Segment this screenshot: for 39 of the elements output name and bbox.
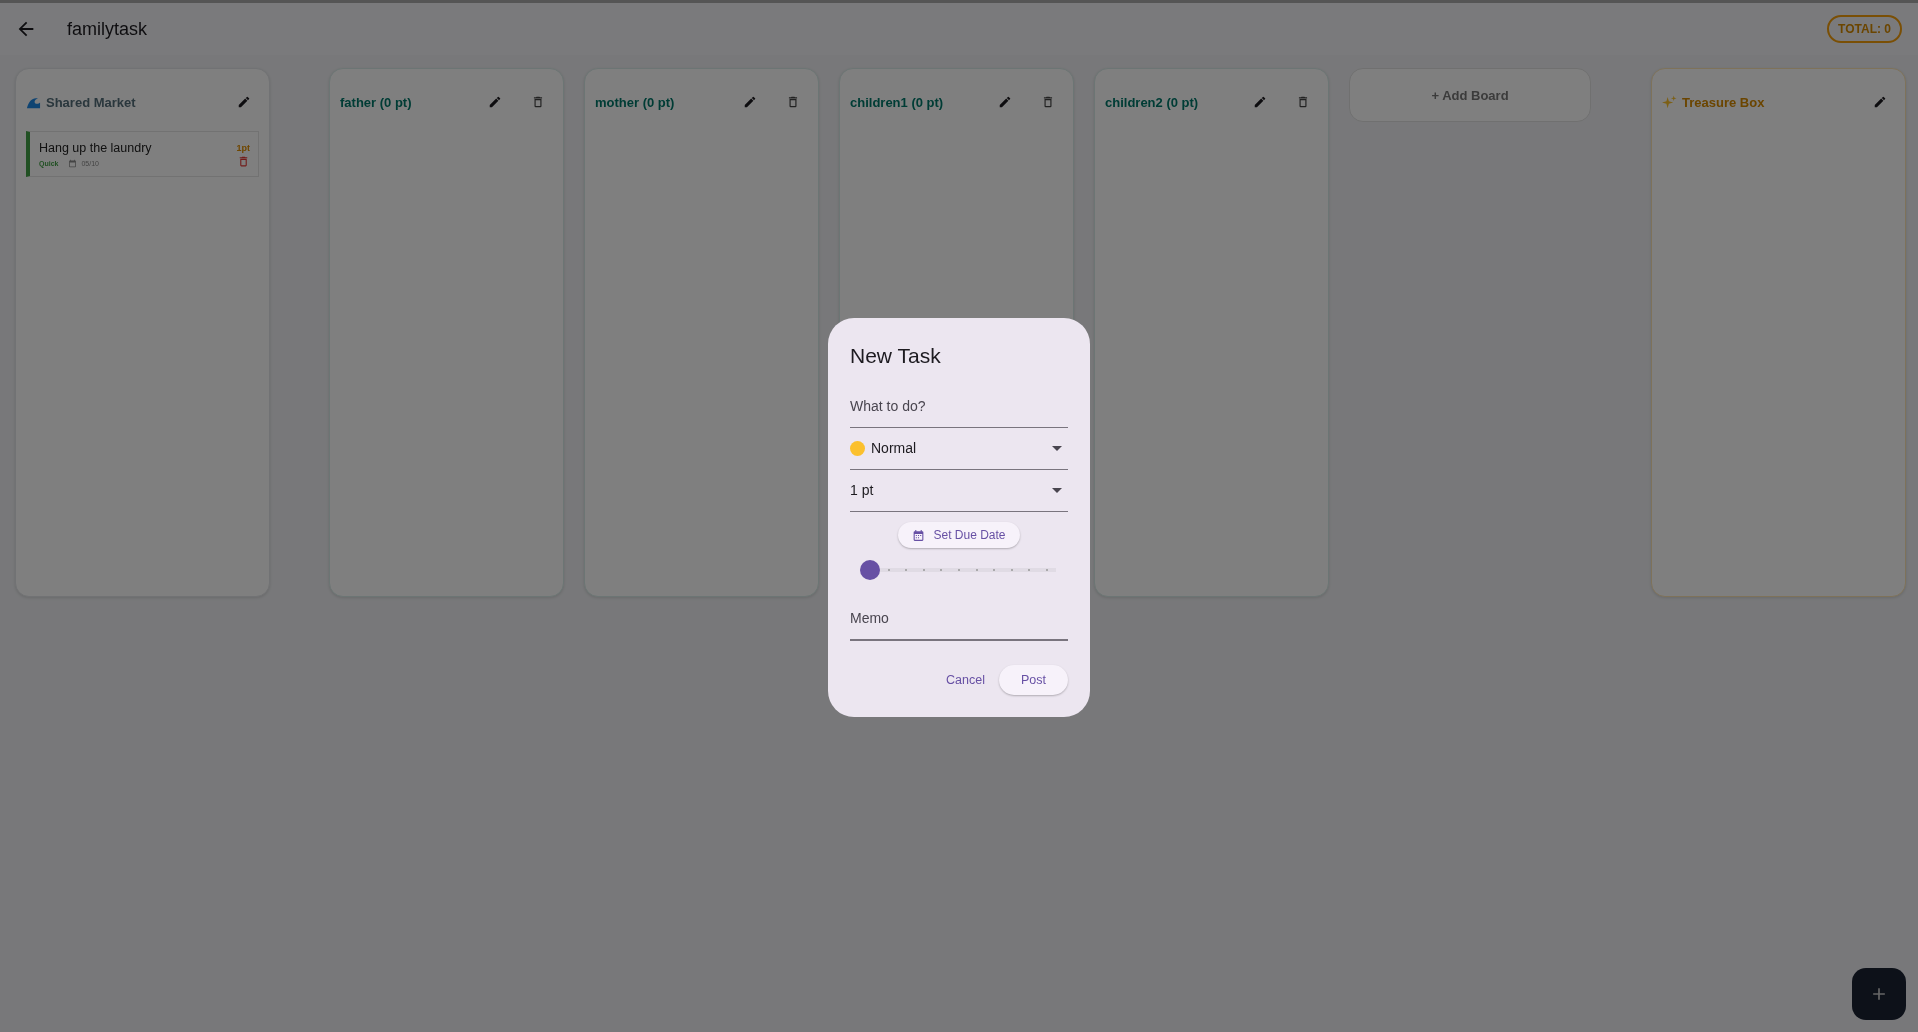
- delete-icon[interactable]: [237, 155, 250, 168]
- board-title: children2 (0 pt): [1105, 94, 1199, 110]
- add-button[interactable]: [1852, 968, 1906, 1020]
- set-due-date-button[interactable]: Set Due Date: [898, 522, 1020, 548]
- delete-icon[interactable]: [1296, 95, 1310, 109]
- board-title: Treasure Box: [1682, 94, 1765, 110]
- task-input-field[interactable]: What to do?: [850, 386, 1068, 428]
- edit-icon[interactable]: [1253, 95, 1267, 109]
- task-points: 1pt: [236, 143, 250, 153]
- dropdown-icon: [1052, 445, 1062, 451]
- total-badge: TOTAL: 0: [1827, 15, 1902, 43]
- edit-icon[interactable]: [237, 95, 251, 109]
- slider-thumb[interactable]: [860, 560, 880, 580]
- cancel-button[interactable]: Cancel: [936, 665, 995, 695]
- memo-input-field[interactable]: Memo: [850, 598, 1068, 641]
- select-value: 1 pt: [850, 482, 874, 498]
- calendar-icon: [68, 159, 78, 168]
- circle-icon: [850, 440, 865, 456]
- edit-icon[interactable]: [488, 95, 502, 109]
- task-title: Hang up the laundry: [39, 141, 152, 155]
- edit-icon[interactable]: [743, 95, 757, 109]
- board-title: father (0 pt): [340, 94, 412, 110]
- points-select[interactable]: 1 pt: [850, 470, 1068, 512]
- delete-icon[interactable]: [786, 95, 800, 109]
- delete-icon[interactable]: [531, 95, 545, 109]
- board-title: mother (0 pt): [595, 94, 675, 110]
- calendar-icon: [912, 528, 926, 542]
- select-value: Normal: [871, 440, 917, 456]
- sparkle-icon: [1662, 94, 1677, 110]
- dropdown-icon: [1052, 487, 1062, 493]
- board-title: children1 (0 pt): [850, 94, 944, 110]
- edit-icon[interactable]: [998, 95, 1012, 109]
- edit-icon[interactable]: [1873, 95, 1887, 109]
- delete-icon[interactable]: [1041, 95, 1055, 109]
- post-button[interactable]: Post: [999, 665, 1068, 695]
- app-title: familytask: [67, 18, 147, 40]
- priority-select[interactable]: Normal: [850, 428, 1068, 470]
- board-title: Shared Market: [46, 94, 136, 110]
- dialog-title: New Task: [850, 344, 942, 368]
